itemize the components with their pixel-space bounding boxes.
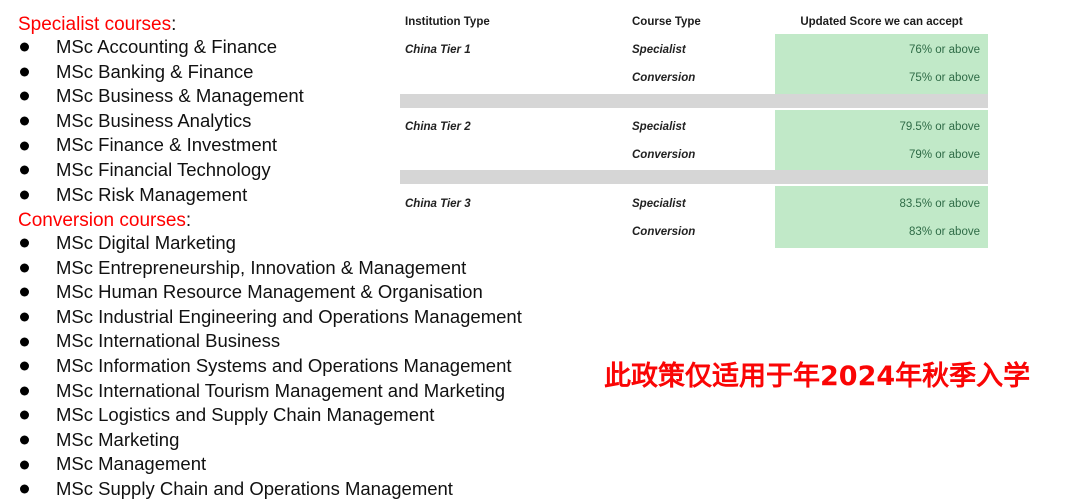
bullet-icon bbox=[20, 386, 29, 396]
row-separator bbox=[400, 94, 988, 108]
bullet-icon bbox=[20, 263, 29, 273]
bullet-icon bbox=[20, 42, 29, 52]
course-label: MSc International Tourism Management and… bbox=[56, 379, 506, 401]
cell-course-type: Conversion bbox=[632, 149, 696, 161]
cell-updated-score: 79% or above bbox=[909, 149, 980, 161]
bullet-icon bbox=[20, 67, 29, 77]
table-row: China Tier 2 Specialist 79.5% or above bbox=[400, 121, 988, 143]
course-label: MSc Entrepreneurship, Innovation & Manag… bbox=[56, 256, 467, 278]
cell-course-type: Specialist bbox=[632, 44, 686, 56]
bullet-icon bbox=[20, 435, 29, 445]
cell-updated-score: 79.5% or above bbox=[899, 121, 980, 133]
entry-score-table: Institution Type Course Type Updated Sco… bbox=[400, 8, 988, 248]
table-row: Conversion 75% or above bbox=[400, 72, 988, 94]
bullet-icon bbox=[20, 165, 29, 175]
course-label: MSc Financial Technology bbox=[56, 158, 271, 180]
column-header-updated-score: Updated Score we can accept bbox=[800, 16, 963, 28]
table-header-row: Institution Type Course Type Updated Sco… bbox=[400, 16, 988, 34]
cell-institution-type: China Tier 1 bbox=[405, 44, 471, 56]
bullet-icon bbox=[20, 337, 29, 347]
specialist-courses-heading: Specialist courses: bbox=[0, 13, 176, 37]
table-row: Conversion 79% or above bbox=[400, 149, 988, 171]
course-label: MSc Human Resource Management & Organisa… bbox=[56, 281, 483, 303]
course-label: MSc Risk Management bbox=[56, 183, 248, 205]
cell-updated-score: 83% or above bbox=[909, 226, 980, 238]
list-item: MSc Supply Chain and Operations Manageme… bbox=[0, 477, 580, 502]
course-label: MSc Information Systems and Operations M… bbox=[56, 354, 512, 376]
list-item: MSc Human Resource Management & Organisa… bbox=[0, 280, 580, 305]
course-label: MSc International Business bbox=[56, 330, 281, 352]
column-header-institution-type: Institution Type bbox=[405, 16, 490, 28]
table-row: China Tier 3 Specialist 83.5% or above bbox=[400, 198, 988, 220]
course-label: MSc Banking & Finance bbox=[56, 60, 254, 82]
list-item: MSc Logistics and Supply Chain Managemen… bbox=[0, 403, 580, 428]
bullet-icon bbox=[20, 190, 29, 200]
course-label: MSc Marketing bbox=[56, 428, 180, 450]
bullet-icon bbox=[20, 287, 29, 297]
course-label: MSc Industrial Engineering and Operation… bbox=[56, 305, 522, 327]
list-item: MSc International Tourism Management and… bbox=[0, 379, 580, 404]
list-item: MSc Entrepreneurship, Innovation & Manag… bbox=[0, 256, 580, 281]
list-item: MSc Marketing bbox=[0, 428, 580, 453]
course-label: MSc Logistics and Supply Chain Managemen… bbox=[56, 404, 435, 426]
cell-updated-score: 83.5% or above bbox=[899, 198, 980, 210]
conversion-courses-heading-text: Conversion courses bbox=[18, 210, 186, 231]
specialist-heading-colon: : bbox=[171, 14, 177, 35]
bullet-icon bbox=[20, 410, 29, 420]
bullet-icon bbox=[20, 484, 29, 494]
specialist-courses-heading-text: Specialist courses bbox=[18, 14, 172, 35]
bullet-icon bbox=[20, 361, 29, 371]
row-separator bbox=[400, 170, 988, 184]
conversion-courses-list: MSc Digital Marketing MSc Entrepreneursh… bbox=[0, 231, 580, 502]
column-header-course-type: Course Type bbox=[632, 16, 701, 28]
cell-course-type: Specialist bbox=[632, 198, 686, 210]
course-label: MSc Business Analytics bbox=[56, 109, 252, 131]
cell-updated-score: 75% or above bbox=[909, 72, 980, 84]
course-label: MSc Supply Chain and Operations Manageme… bbox=[56, 477, 453, 499]
bullet-icon bbox=[20, 312, 29, 322]
course-label: MSc Business & Management bbox=[56, 85, 304, 107]
policy-note-text: 此政策仅适用于年2024年秋季入学 bbox=[604, 361, 1031, 392]
bullet-icon bbox=[20, 141, 29, 151]
cell-institution-type: China Tier 2 bbox=[405, 121, 471, 133]
cell-course-type: Specialist bbox=[632, 121, 686, 133]
list-item: MSc Industrial Engineering and Operation… bbox=[0, 305, 580, 330]
cell-course-type: Conversion bbox=[632, 72, 696, 84]
cell-institution-type: China Tier 3 bbox=[405, 198, 471, 210]
conversion-heading-colon: : bbox=[185, 210, 192, 231]
course-label: MSc Accounting & Finance bbox=[56, 36, 278, 57]
list-item: MSc Management bbox=[0, 452, 580, 477]
list-item: MSc Information Systems and Operations M… bbox=[0, 354, 580, 379]
table-row: China Tier 1 Specialist 76% or above bbox=[400, 44, 988, 66]
table-row: Conversion 83% or above bbox=[400, 226, 988, 248]
course-label: MSc Management bbox=[56, 453, 207, 475]
bullet-icon bbox=[20, 238, 29, 248]
list-item: MSc International Business bbox=[0, 329, 580, 354]
bullet-icon bbox=[20, 116, 29, 126]
bullet-icon bbox=[20, 91, 29, 101]
conversion-courses-heading: Conversion courses: bbox=[0, 209, 191, 233]
cell-course-type: Conversion bbox=[632, 226, 696, 238]
cell-updated-score: 76% or above bbox=[909, 44, 980, 56]
course-label: MSc Digital Marketing bbox=[56, 232, 236, 253]
bullet-icon bbox=[20, 460, 29, 470]
course-label: MSc Finance & Investment bbox=[56, 134, 278, 156]
